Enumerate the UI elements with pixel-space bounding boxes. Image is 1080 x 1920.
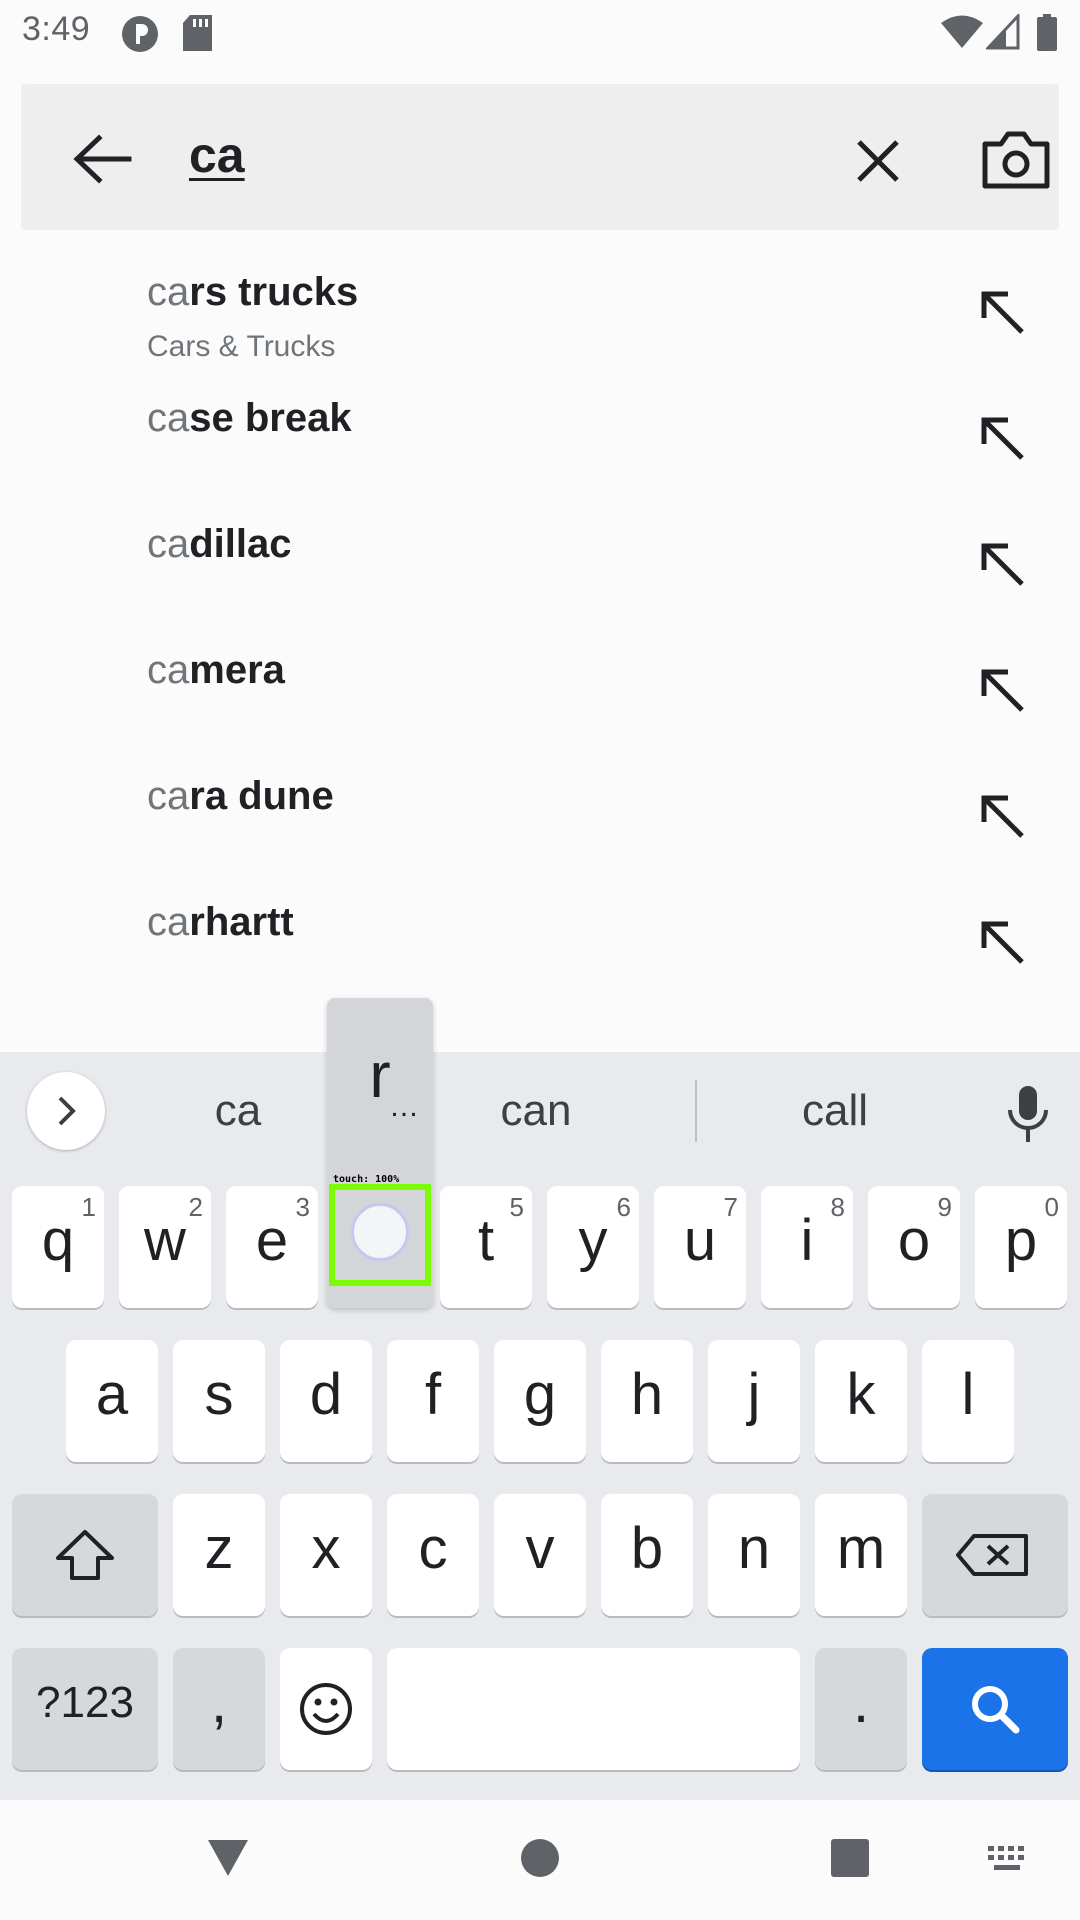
fill-query-arrow-icon[interactable] [978, 288, 1028, 338]
key-t[interactable]: t5 [440, 1186, 532, 1308]
suggestion-completion: mera [189, 648, 285, 692]
back-triangle-icon[interactable] [206, 1836, 250, 1878]
key-l[interactable]: l [922, 1340, 1014, 1462]
fill-query-arrow-icon[interactable] [978, 414, 1028, 464]
key-v[interactable]: v [494, 1494, 586, 1616]
suggestion-item[interactable]: camera [0, 628, 1080, 754]
chevron-right-icon [58, 1096, 76, 1126]
key-x[interactable]: x [280, 1494, 372, 1616]
fill-query-arrow-icon[interactable] [978, 540, 1028, 590]
suggestion-completion: se break [189, 396, 352, 440]
key-n[interactable]: n [708, 1494, 800, 1616]
key-f[interactable]: f [387, 1340, 479, 1462]
navigation-bar [0, 1800, 1080, 1920]
suggestion-word[interactable]: ca [138, 1086, 338, 1136]
search-input[interactable]: ca [189, 126, 245, 184]
shift-icon [56, 1530, 114, 1580]
fill-query-arrow-icon[interactable] [978, 792, 1028, 842]
key-i[interactable]: i8 [761, 1186, 853, 1308]
status-bar: 3:49 [0, 0, 1080, 64]
key-d[interactable]: d [280, 1340, 372, 1462]
close-icon[interactable] [849, 132, 907, 190]
key-p[interactable]: p0 [975, 1186, 1067, 1308]
keyboard-switch-icon[interactable] [986, 1844, 1030, 1874]
suggestion-completion: rs trucks [189, 270, 359, 314]
signal-icon [986, 14, 1020, 50]
key-g[interactable]: g [494, 1340, 586, 1462]
battery-icon [1037, 14, 1057, 51]
suggestion-item[interactable]: cara dune [0, 754, 1080, 880]
key-w[interactable]: w2 [119, 1186, 211, 1308]
camera-icon[interactable] [981, 128, 1051, 190]
suggestion-item[interactable]: cars trucks Cars & Trucks [0, 250, 1080, 376]
suggestion-word[interactable]: can [436, 1086, 636, 1136]
search-key[interactable] [922, 1648, 1068, 1770]
suggestion-completion: dillac [189, 522, 292, 566]
home-circle-icon[interactable] [520, 1838, 560, 1878]
recents-square-icon[interactable] [830, 1838, 870, 1878]
suggestion-item[interactable]: cadillac [0, 502, 1080, 628]
emoji-key[interactable] [280, 1648, 372, 1770]
sd-card-icon [183, 15, 212, 51]
keyboard-suggestion-strip: ca can call [0, 1052, 1080, 1170]
suggestion-list: cars trucks Cars & Trucks case break cad… [0, 250, 1080, 1050]
wifi-icon [941, 15, 983, 48]
suggestion-completion: ra dune [189, 774, 334, 818]
key-j[interactable]: j [708, 1340, 800, 1462]
fill-query-arrow-icon[interactable] [978, 666, 1028, 716]
popup-more-indicator: … [389, 1090, 419, 1123]
backspace-key[interactable] [922, 1494, 1068, 1616]
search-bar[interactable]: ca [21, 84, 1059, 230]
touch-point [351, 1203, 409, 1261]
key-b[interactable]: b [601, 1494, 693, 1616]
suggestion-item[interactable]: case break [0, 376, 1080, 502]
p-icon [122, 16, 158, 52]
key-e[interactable]: e3 [226, 1186, 318, 1308]
key-z[interactable]: z [173, 1494, 265, 1616]
suggestion-category: Cars & Trucks [147, 330, 336, 363]
comma-key[interactable]: , [173, 1648, 265, 1770]
key-y[interactable]: y6 [547, 1186, 639, 1308]
suggestion-prefix: ca [147, 270, 190, 314]
key-a[interactable]: a [66, 1340, 158, 1462]
period-key[interactable]: . [815, 1648, 907, 1770]
key-u[interactable]: u7 [654, 1186, 746, 1308]
search-icon [972, 1686, 1020, 1734]
status-time: 3:49 [22, 10, 91, 48]
divider [695, 1080, 697, 1142]
key-q[interactable]: q1 [12, 1186, 104, 1308]
suggestion-prefix: ca [147, 396, 190, 440]
suggestion-prefix: ca [147, 522, 190, 566]
fill-query-arrow-icon[interactable] [978, 918, 1028, 968]
key-m[interactable]: m [815, 1494, 907, 1616]
key-c[interactable]: c [387, 1494, 479, 1616]
suggestion-word[interactable]: call [735, 1086, 935, 1136]
emoji-icon [300, 1683, 352, 1735]
key-h[interactable]: h [601, 1340, 693, 1462]
key-k[interactable]: k [815, 1340, 907, 1462]
microphone-icon[interactable] [1000, 1084, 1056, 1144]
suggestion-item[interactable]: carhartt [0, 880, 1080, 1006]
key-s[interactable]: s [173, 1340, 265, 1462]
expand-toolbar-button[interactable] [27, 1072, 105, 1150]
backspace-icon [956, 1534, 1028, 1576]
symbols-key[interactable]: ?123 [12, 1648, 158, 1770]
space-key[interactable] [387, 1648, 800, 1770]
suggestion-prefix: ca [147, 648, 190, 692]
arrow-left-icon[interactable] [69, 126, 135, 192]
shift-key[interactable] [12, 1494, 158, 1616]
suggestion-completion: rhartt [189, 900, 294, 944]
key-o[interactable]: o9 [868, 1186, 960, 1308]
suggestion-prefix: ca [147, 774, 190, 818]
suggestion-prefix: ca [147, 900, 190, 944]
